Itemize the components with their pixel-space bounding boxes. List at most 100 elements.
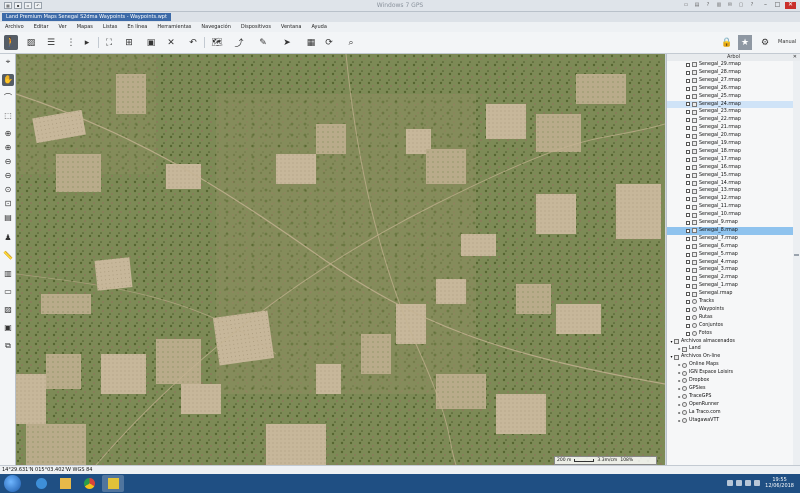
tree-online-item[interactable]: ▸ Online Maps	[667, 361, 793, 369]
zoom-in-icon[interactable]: ⊕	[2, 142, 14, 154]
tree-map-item[interactable]: Senegal_4.rmap	[667, 259, 793, 267]
checkbox[interactable]	[686, 292, 690, 297]
tree-map-item[interactable]: Senegal_25.rmap	[667, 93, 793, 101]
minimize-button[interactable]: –	[761, 2, 770, 9]
checkbox[interactable]	[686, 173, 690, 178]
checkbox[interactable]	[686, 284, 690, 289]
zoom-out-icon[interactable]: ⊖	[2, 156, 14, 168]
ie-icon[interactable]	[30, 475, 52, 492]
checkbox[interactable]	[686, 315, 690, 320]
checkbox[interactable]	[686, 141, 690, 146]
map-icon[interactable]: 🗺	[210, 35, 224, 50]
route-icon[interactable]: ⤴	[232, 35, 246, 50]
measure-icon[interactable]: ⌒	[2, 92, 14, 104]
menu-mapas[interactable]: Mapas	[77, 24, 93, 30]
tree-online-item[interactable]: ▸ Dropbox	[667, 377, 793, 385]
checkbox[interactable]	[686, 134, 690, 139]
checkbox[interactable]	[686, 220, 690, 225]
tree-map-item[interactable]: Senegal_20.rmap	[667, 132, 793, 140]
menu-editar[interactable]: Editar	[34, 24, 49, 30]
image-icon[interactable]: ▨	[2, 304, 14, 316]
mode-label[interactable]: Manual	[778, 39, 796, 45]
tree-online-item[interactable]: ▸ IGN Espace Loisirs	[667, 369, 793, 377]
chrome-icon[interactable]	[78, 475, 100, 492]
gps-app-icon[interactable]	[102, 475, 124, 492]
tree-online-item[interactable]: ▸ TraceGPS	[667, 393, 793, 401]
tree-layer-item[interactable]: Fotos	[667, 330, 793, 338]
tree-online-item[interactable]: ▸ GPSies	[667, 385, 793, 393]
rectangle-icon[interactable]: ▭	[2, 286, 14, 298]
checkbox[interactable]	[686, 260, 690, 265]
checkbox[interactable]	[686, 70, 690, 75]
checkbox[interactable]	[686, 94, 690, 99]
tree-layer-item[interactable]: Waypoints	[667, 306, 793, 314]
mail-icon[interactable]: ✉	[726, 2, 734, 9]
search-icon[interactable]: ⌕	[344, 35, 358, 50]
layers-icon[interactable]: ⧉	[2, 340, 14, 352]
tree-map-item[interactable]: Senegal_1.rmap	[667, 282, 793, 290]
qr-icon[interactable]: ▦	[304, 35, 318, 50]
checkbox[interactable]	[686, 149, 690, 154]
tray-icon[interactable]	[745, 480, 751, 486]
menu-ayuda[interactable]: Ayuda	[311, 24, 326, 30]
tree-map-item[interactable]: Senegal_22.rmap	[667, 116, 793, 124]
tree-map-item[interactable]: Senegal_27.rmap	[667, 77, 793, 85]
checkbox[interactable]	[686, 236, 690, 241]
tray-icon[interactable]	[736, 480, 742, 486]
menu-archivo[interactable]: Archivo	[5, 24, 24, 30]
menu-dispositivos[interactable]: Dispositivos	[241, 24, 271, 30]
zoom-in-icon[interactable]: ⊕	[2, 128, 14, 140]
gear-icon[interactable]: ⚙	[758, 35, 772, 50]
tree-map-item[interactable]: Senegal_12.rmap	[667, 195, 793, 203]
cross-tools-icon[interactable]: ✕	[164, 35, 178, 50]
checkbox[interactable]	[686, 276, 690, 281]
tree-map-item[interactable]: Senegal_13.rmap	[667, 187, 793, 195]
edit-icon[interactable]: ✎	[256, 35, 270, 50]
checkbox[interactable]	[686, 299, 690, 304]
menu-navegacion[interactable]: Navegación	[201, 24, 230, 30]
checkbox[interactable]	[686, 102, 690, 107]
chart-icon[interactable]: ▥	[2, 268, 14, 280]
checkbox[interactable]	[686, 62, 690, 67]
start-button[interactable]	[4, 475, 21, 492]
tree-online-item[interactable]: ▸ OpenRunner	[667, 401, 793, 409]
checkbox[interactable]	[686, 244, 690, 249]
map-view[interactable]	[16, 54, 665, 465]
zoom-rect-icon[interactable]: ⬚	[2, 110, 14, 122]
checkbox[interactable]	[686, 157, 690, 162]
tree-map-item[interactable]: Senegal_8.rmap	[667, 226, 793, 235]
checkbox[interactable]	[686, 197, 690, 202]
close-panel-icon[interactable]: ✕	[793, 54, 797, 61]
tree-map-item[interactable]: Senegal_24.rmap	[667, 100, 793, 109]
checkbox[interactable]	[686, 323, 690, 328]
tree-map-item[interactable]: Senegal_29.rmap	[667, 61, 793, 69]
tree-map-item[interactable]: Senegal_15.rmap	[667, 172, 793, 180]
tree-map-item[interactable]: Senegal_23.rmap	[667, 108, 793, 116]
tree-map-item[interactable]: Senegal.rmap	[667, 290, 793, 298]
tree-layer-item[interactable]: Tracks	[667, 298, 793, 306]
checkbox[interactable]	[686, 110, 690, 115]
tree-online-item[interactable]: ▸ UtagawaVTT	[667, 417, 793, 425]
explorer-icon[interactable]	[54, 475, 76, 492]
close-button[interactable]: ✕	[785, 2, 796, 9]
checkbox[interactable]	[686, 86, 690, 91]
zoom-out-icon[interactable]: ⊖	[2, 170, 14, 182]
undo-icon[interactable]: ↶	[186, 35, 200, 50]
volume-icon[interactable]	[754, 480, 760, 486]
checkbox[interactable]	[686, 307, 690, 312]
hand-icon[interactable]: ✋	[2, 74, 14, 86]
image-icon[interactable]: ▨	[24, 35, 38, 50]
checkbox[interactable]	[686, 252, 690, 257]
checkbox[interactable]	[686, 213, 690, 218]
checkbox[interactable]	[686, 268, 690, 273]
clock[interactable]: 19:55 12/06/2018	[765, 477, 794, 489]
tray-icon[interactable]	[727, 480, 733, 486]
layers-icon[interactable]: ☰	[44, 35, 58, 50]
walk-mode-button[interactable]: 🚶	[4, 35, 18, 50]
menu-ver[interactable]: Ver	[59, 24, 67, 30]
tree-map-item[interactable]: Senegal_7.rmap	[667, 235, 793, 243]
folder-icon[interactable]: ▭	[682, 2, 690, 9]
document-icon[interactable]: ▤	[693, 2, 701, 9]
tree-map-item[interactable]: Senegal_17.rmap	[667, 156, 793, 164]
print-icon[interactable]: ▥	[715, 2, 723, 9]
